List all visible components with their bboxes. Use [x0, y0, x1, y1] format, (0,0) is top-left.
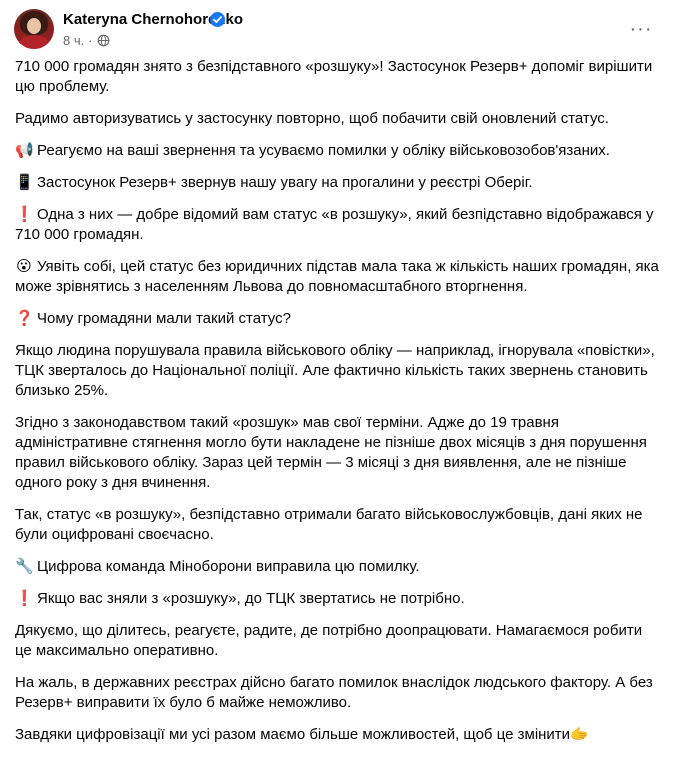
paragraph: На жаль, в державних реєстрах дійсно баг…: [15, 674, 653, 711]
paragraph: ❗ Одна з них — добре відомий вам статус «…: [15, 205, 663, 245]
paragraph-text: Чому громадяни мали такий статус?: [37, 310, 291, 327]
avatar-face: [27, 18, 41, 34]
megaphone-icon: 📢: [15, 142, 34, 159]
exclamation-icon: ❗: [15, 206, 34, 223]
paragraph-text: Уявіть собі, цей статус без юридичних пі…: [15, 258, 659, 295]
paragraph: 😮 Уявіть собі, цей статус без юридичних п…: [15, 257, 663, 297]
paragraph-text: Цифрова команда Міноборони виправила цю …: [37, 558, 420, 575]
phone-icon: 📱: [15, 174, 34, 191]
globe-icon[interactable]: [97, 34, 110, 50]
paragraph: Згідно з законодавством такий «розшук» м…: [15, 414, 647, 491]
author-avatar[interactable]: [14, 9, 54, 49]
paragraph: 📢 Реагуємо на ваші звернення та усуваємо …: [15, 141, 663, 161]
paragraph-text: Завдяки цифровізації ми усі разом маємо …: [15, 726, 571, 743]
post-time[interactable]: 8 ч.: [63, 33, 84, 48]
paragraph-text: Застосунок Резерв+ звернув нашу увагу на…: [37, 174, 533, 191]
paragraph: Якщо людина порушувала правила військово…: [15, 342, 655, 399]
exclamation-icon: ❗: [15, 590, 34, 607]
paragraph: 🔧 Цифрова команда Міноборони виправила цю…: [15, 557, 663, 577]
paragraph: Так, статус «в розшуку», безпідставно от…: [15, 506, 643, 543]
question-mark-icon: ❓: [15, 310, 34, 327]
astonished-face-icon: 😮: [16, 258, 32, 275]
paragraph: 710 000 громадян знято з безпідставного …: [15, 58, 653, 95]
paragraph: Радимо авторизуватись у застосунку повто…: [15, 110, 609, 127]
paragraph-text: Одна з них — добре відомий вам статус «в…: [15, 206, 654, 243]
paragraph: ❗ Якщо вас зняли з «розшуку», до ТЦК звер…: [15, 589, 663, 609]
wrench-icon: 🔧: [15, 558, 34, 575]
paragraph: ❓ Чому громадяни мали такий статус?: [15, 309, 663, 329]
paragraph: 📱 Застосунок Резерв+ звернув нашу увагу н…: [15, 173, 663, 193]
avatar-body: [18, 35, 50, 49]
more-options-icon[interactable]: ···: [623, 11, 659, 47]
facebook-post: Kateryna Chernohorenko 8 ч. · ··· 710 000…: [0, 0, 673, 743]
verified-badge-icon: [210, 12, 225, 27]
post-header: Kateryna Chernohorenko 8 ч. · ···: [14, 9, 659, 51]
post-meta: 8 ч. ·: [63, 33, 110, 50]
post-body: 710 000 громадян знято з безпідставного …: [15, 57, 663, 757]
paragraph-text: Якщо вас зняли з «розшуку», до ТЦК зверт…: [37, 590, 465, 607]
paragraph: Завдяки цифровізації ми усі разом маємо …: [15, 725, 663, 745]
handshake-icon: 🫱: [570, 726, 589, 743]
paragraph-text: Реагуємо на ваші звернення та усуваємо п…: [37, 142, 610, 159]
paragraph: Дякуємо, що ділитесь, реагуєте, радите, …: [15, 622, 643, 659]
meta-separator: ·: [88, 33, 93, 48]
